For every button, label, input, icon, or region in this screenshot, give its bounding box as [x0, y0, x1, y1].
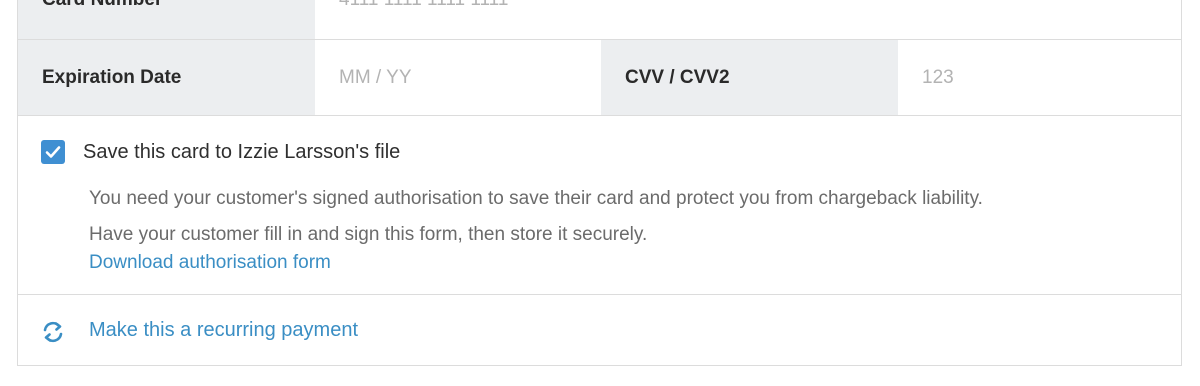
cvv-input[interactable]	[922, 66, 1181, 89]
card-number-row: Card Number	[18, 0, 1181, 40]
save-card-label[interactable]: Save this card to Izzie Larsson's file	[83, 141, 400, 164]
expiration-cvv-row: Expiration Date CVV / CVV2	[18, 40, 1181, 116]
help-text-line-2: Have your customer fill in and sign this…	[89, 224, 648, 245]
cvv-cell	[898, 40, 1181, 115]
expiration-date-label: Expiration Date	[18, 40, 315, 115]
save-card-checkbox[interactable]	[41, 140, 65, 164]
card-number-label: Card Number	[18, 0, 315, 39]
download-authorisation-form-link[interactable]: Download authorisation form	[89, 252, 331, 274]
expiration-date-input[interactable]	[339, 66, 601, 89]
recurring-payment-row: Make this a recurring payment	[18, 295, 1181, 366]
authorisation-help-text: You need your customer's signed authoris…	[89, 181, 983, 253]
help-text-line-1: You need your customer's signed authoris…	[89, 188, 983, 209]
card-number-input[interactable]	[339, 0, 1181, 11]
cvv-label: CVV / CVV2	[601, 40, 898, 115]
payment-form: Card Number Expiration Date CVV / CVV2 S…	[17, 0, 1182, 366]
refresh-icon[interactable]	[40, 319, 66, 345]
checkmark-icon	[45, 146, 61, 158]
expiration-date-cell	[315, 40, 601, 115]
save-card-section: Save this card to Izzie Larsson's file Y…	[18, 116, 1181, 295]
card-number-cell	[315, 0, 1181, 39]
recurring-payment-link[interactable]: Make this a recurring payment	[89, 319, 358, 342]
